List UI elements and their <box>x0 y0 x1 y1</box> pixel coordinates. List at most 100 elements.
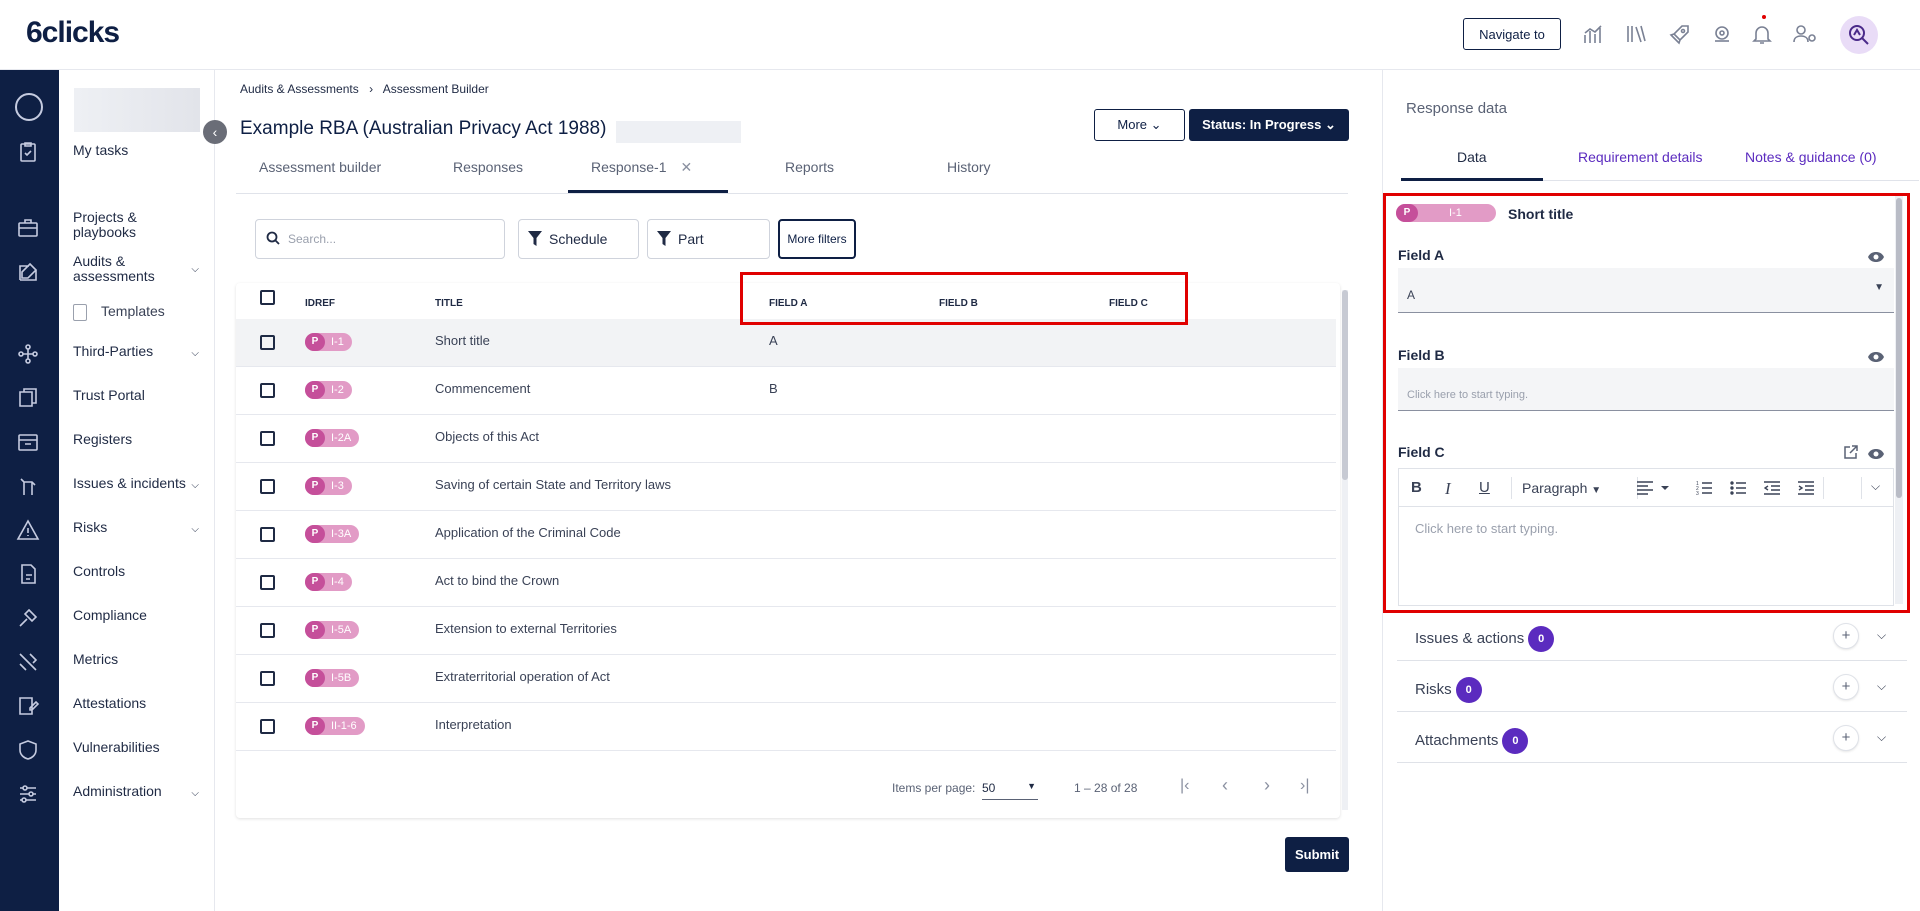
sidebar-item-issues[interactable]: Issues & incidents ⌵ <box>73 476 203 492</box>
sidebar-item-third-parties[interactable]: Third-Parties ⌵ <box>73 344 203 360</box>
tab-assessment-builder[interactable]: Assessment builder <box>259 159 381 175</box>
tab-response-1[interactable]: Response-1 ✕ <box>591 159 692 176</box>
analytics-icon[interactable] <box>1582 22 1608 48</box>
row-checkbox[interactable] <box>260 575 275 590</box>
sidebar-item-vulnerabilities[interactable]: Vulnerabilities <box>73 740 203 755</box>
network-icon[interactable] <box>16 342 42 368</box>
table-row[interactable]: P I-2 Commencement B <box>236 367 1336 415</box>
table-row[interactable]: P I-5B Extraterritorial operation of Act <box>236 655 1336 703</box>
tab-history[interactable]: History <box>947 159 991 175</box>
sidebar-item-templates[interactable]: Templates <box>73 304 203 321</box>
row-checkbox[interactable] <box>260 671 275 686</box>
prev-page-icon[interactable]: ‹ <box>1222 775 1228 796</box>
items-per-page-select[interactable]: 50 ▼ <box>982 778 1038 800</box>
user-settings-icon[interactable] <box>1792 22 1818 48</box>
issues-actions-accordion[interactable]: Issues & actions 0 + ⌵ <box>1397 610 1907 661</box>
row-checkbox[interactable] <box>260 335 275 350</box>
sidebar-item-audits[interactable]: Audits & assessments ⌵ <box>73 254 203 284</box>
incidents-icon[interactable] <box>16 474 42 500</box>
table-row[interactable]: P I-2A Objects of this Act <box>236 415 1336 463</box>
sidebar-item-administration[interactable]: Administration ⌵ <box>73 784 203 800</box>
tab-label: Response-1 <box>591 159 667 175</box>
add-icon[interactable]: + <box>1833 623 1859 649</box>
edit-icon[interactable] <box>16 260 42 286</box>
submit-button[interactable]: Submit <box>1285 837 1349 872</box>
last-page-icon[interactable]: ›| <box>1300 777 1309 795</box>
more-button[interactable]: More ⌄ <box>1094 109 1185 141</box>
col-title[interactable]: TITLE <box>435 298 463 309</box>
accordion-label: Risks 0 <box>1415 677 1482 703</box>
chevron-down-icon[interactable]: ⌵ <box>1877 628 1886 643</box>
sidebar: My tasks Projects & playbooks Audits & a… <box>59 70 215 911</box>
row-checkbox[interactable] <box>260 719 275 734</box>
registers-icon[interactable] <box>16 430 42 456</box>
warning-icon[interactable] <box>16 518 42 544</box>
sidebar-item-registers[interactable]: Registers <box>73 432 203 447</box>
metrics-icon[interactable] <box>16 650 42 676</box>
sidebar-item-controls[interactable]: Controls <box>73 564 203 579</box>
bell-icon[interactable] <box>1750 15 1776 48</box>
sidebar-item-trust-portal[interactable]: Trust Portal <box>73 388 203 403</box>
app-logo[interactable]: 6clicks <box>26 16 120 50</box>
sidebar-item-risks[interactable]: Risks ⌵ <box>73 520 203 536</box>
sidebar-item-attestations[interactable]: Attestations <box>73 696 203 711</box>
row-checkbox[interactable] <box>260 479 275 494</box>
scrollbar-thumb[interactable] <box>1342 290 1348 480</box>
panel-tab-requirement-details[interactable]: Requirement details <box>1578 149 1703 165</box>
attachments-accordion[interactable]: Attachments 0 + ⌵ <box>1397 712 1907 763</box>
tab-reports[interactable]: Reports <box>785 159 834 175</box>
close-icon[interactable]: ✕ <box>681 159 693 175</box>
row-checkbox[interactable] <box>260 431 275 446</box>
row-checkbox[interactable] <box>260 623 275 638</box>
panel-tab-notes[interactable]: Notes & guidance (0) <box>1745 149 1877 165</box>
table-row[interactable]: P I-1 Short title A <box>236 319 1336 367</box>
select-all-checkbox[interactable] <box>260 290 275 305</box>
tab-responses[interactable]: Responses <box>453 159 523 175</box>
table-row[interactable]: P II-1-6 Interpretation <box>236 703 1336 751</box>
accordion-label-text: Issues & actions <box>1415 629 1525 647</box>
table-row[interactable]: P I-4 Act to bind the Crown <box>236 559 1336 607</box>
response-fields-highlight <box>1383 193 1910 613</box>
add-icon[interactable]: + <box>1833 674 1859 700</box>
shield-icon[interactable] <box>16 738 42 764</box>
schedule-filter[interactable]: Schedule <box>518 219 639 259</box>
breadcrumb-parent[interactable]: Audits & Assessments <box>240 82 359 96</box>
navigate-to-button[interactable]: Navigate to <box>1463 18 1561 50</box>
sidebar-item-metrics[interactable]: Metrics <box>73 652 203 667</box>
org-logo-icon[interactable] <box>14 92 44 122</box>
row-checkbox[interactable] <box>260 527 275 542</box>
table-scrollbar[interactable] <box>1342 290 1348 810</box>
add-icon[interactable]: + <box>1833 725 1859 751</box>
chevron-down-icon[interactable]: ⌵ <box>1877 730 1886 745</box>
more-filters-button[interactable]: More filters <box>778 219 856 259</box>
part-badge: P <box>305 333 325 351</box>
sidebar-item-compliance[interactable]: Compliance <box>73 608 203 623</box>
risks-accordion[interactable]: Risks 0 + ⌵ <box>1397 661 1907 712</box>
compliance-icon[interactable] <box>16 606 42 632</box>
collapse-sidebar-button[interactable]: ‹ <box>203 120 227 144</box>
sidebar-item-my-tasks[interactable]: My tasks <box>73 143 203 158</box>
controls-icon[interactable] <box>16 562 42 588</box>
next-page-icon[interactable]: › <box>1264 775 1270 796</box>
chevron-down-icon[interactable]: ⌵ <box>1877 679 1886 694</box>
sidebar-item-projects[interactable]: Projects & playbooks <box>73 210 203 240</box>
attestations-icon[interactable] <box>16 694 42 720</box>
briefcase-icon[interactable] <box>16 216 42 242</box>
part-filter[interactable]: Part <box>647 219 770 259</box>
admin-sliders-icon[interactable] <box>16 782 42 808</box>
row-checkbox[interactable] <box>260 383 275 398</box>
tasks-icon[interactable] <box>16 140 42 166</box>
library-icon[interactable] <box>1624 22 1650 48</box>
status-button[interactable]: Status: In Progress ⌄ <box>1189 109 1349 141</box>
col-idref[interactable]: IDREF <box>305 298 335 309</box>
trust-portal-icon[interactable] <box>16 386 42 412</box>
search-input[interactable]: Search... <box>255 219 505 259</box>
panel-tab-data[interactable]: Data <box>1457 149 1487 165</box>
rocket-icon[interactable] <box>1668 22 1694 48</box>
table-row[interactable]: P I-3A Application of the Criminal Code <box>236 511 1336 559</box>
table-row[interactable]: P I-3 Saving of certain State and Territo… <box>236 463 1336 511</box>
user-avatar[interactable] <box>1840 16 1878 54</box>
first-page-icon[interactable]: |‹ <box>1180 777 1189 795</box>
support-icon[interactable] <box>1710 22 1736 48</box>
table-row[interactable]: P I-5A Extension to external Territories <box>236 607 1336 655</box>
